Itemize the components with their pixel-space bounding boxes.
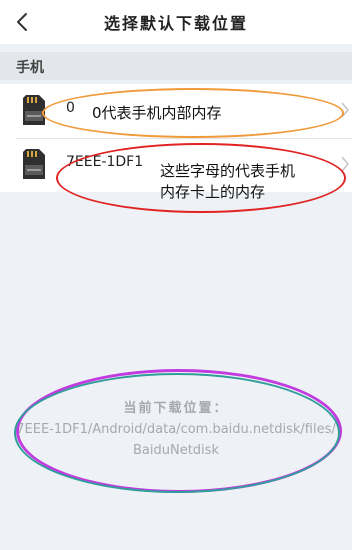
section-label-phone: 手机	[16, 60, 44, 76]
storage-option-label: 7EEE-1DF1	[66, 154, 144, 170]
current-location-path: 7EEE-1DF1/Android/data/com.baidu.netdisk…	[16, 422, 336, 437]
section-header: 手机	[0, 52, 352, 80]
annotation-note-sdcard-line1: 这些字母的代表手机	[160, 162, 296, 180]
chevron-right-icon	[341, 102, 349, 118]
chevron-right-icon	[341, 156, 349, 172]
sd-card-icon	[23, 95, 45, 125]
back-arrow-icon	[17, 13, 27, 31]
current-location-title: 当前下载位置：	[123, 401, 229, 416]
back-button[interactable]	[12, 10, 34, 34]
annotation-note-sdcard: 这些字母的代表手机 内存卡上的内存	[160, 161, 295, 203]
page-title: 选择默认下载位置	[103, 14, 248, 33]
storage-option-label: 0	[66, 100, 75, 116]
annotation-note-sdcard-line2: 内存卡上的内存	[160, 183, 266, 201]
annotation-note-internal: 0代表手机内部内存	[92, 104, 222, 122]
current-download-location: 当前下载位置： 7EEE-1DF1/Android/data/com.baidu…	[0, 398, 352, 461]
sd-card-icon	[23, 149, 45, 179]
title-bar: 选择默认下载位置	[0, 0, 352, 44]
current-location-path-end: BaiduNetdisk	[133, 443, 219, 458]
